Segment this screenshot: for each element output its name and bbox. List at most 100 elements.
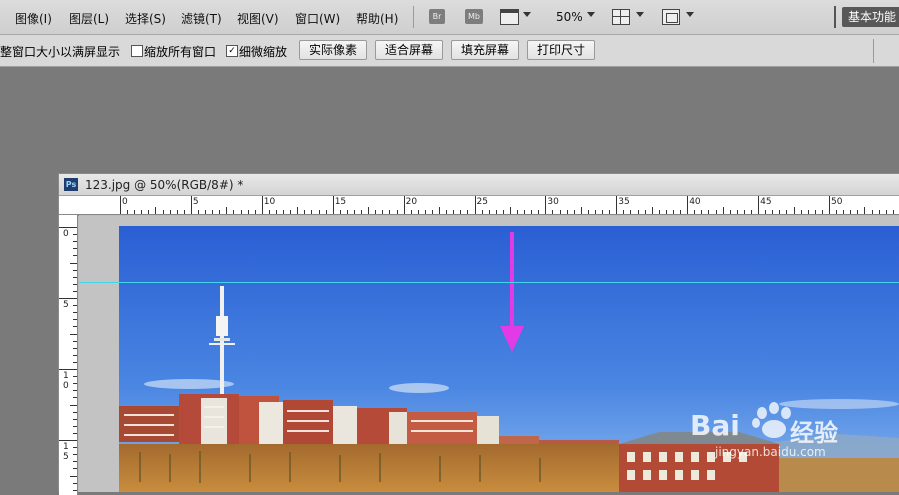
ruler-tick xyxy=(382,210,384,214)
ruler-tick xyxy=(786,210,788,214)
ruler-label: 20 xyxy=(405,197,418,207)
ruler-tick xyxy=(190,196,192,214)
chevron-down-icon[interactable] xyxy=(686,12,694,17)
ruler-tick xyxy=(73,411,77,413)
ruler-tick xyxy=(73,390,77,392)
ruler-tick xyxy=(800,210,802,214)
ruler-tick xyxy=(261,196,263,214)
menu-bar: 图像(I) 图层(L) 选择(S) 滤镜(T) 视图(V) 窗口(W) 帮助(H… xyxy=(0,0,899,35)
scrubby-zoom-checkbox[interactable]: ✓ xyxy=(226,45,238,57)
ruler-tick xyxy=(722,207,724,214)
ruler-tick xyxy=(297,207,299,214)
ruler-tick xyxy=(651,207,653,214)
ruler-tick xyxy=(644,210,646,214)
ruler-tick xyxy=(545,196,547,214)
baidu-brand-suffix: 经验 xyxy=(790,419,838,447)
ruler-tick xyxy=(311,210,313,214)
ruler-tick xyxy=(396,210,398,214)
ruler-tick xyxy=(410,210,412,214)
ruler-label: 15 xyxy=(334,197,347,207)
ruler-tick xyxy=(318,210,320,214)
ruler-tick xyxy=(212,210,214,214)
ruler-tick xyxy=(793,207,795,214)
workspace-switcher[interactable]: 基本功能 xyxy=(842,7,899,27)
ruler-tick xyxy=(439,207,441,214)
menu-select[interactable]: 选择(S) xyxy=(125,10,166,27)
menu-help[interactable]: 帮助(H) xyxy=(356,10,398,27)
menu-image[interactable]: 图像(I) xyxy=(15,10,52,27)
document-tab[interactable]: Ps 123.jpg @ 50%(RGB/8#) * xyxy=(59,174,899,196)
ruler-label: 5 xyxy=(63,300,69,310)
ruler-tick xyxy=(353,210,355,214)
zoom-level[interactable]: 50% xyxy=(556,10,583,24)
ruler-tick xyxy=(205,210,207,214)
fit-screen-button[interactable]: 适合屏幕 xyxy=(375,40,443,60)
ruler-tick xyxy=(595,210,597,214)
menu-view[interactable]: 视图(V) xyxy=(237,10,279,27)
menu-separator xyxy=(834,6,836,28)
ruler-tick xyxy=(694,210,696,214)
chevron-down-icon[interactable] xyxy=(523,12,531,17)
ruler-tick xyxy=(878,210,880,214)
ruler-label: 45 xyxy=(760,197,772,207)
ruler-tick xyxy=(446,210,448,214)
mini-bridge-icon[interactable]: Mb xyxy=(465,9,483,24)
ruler-tick xyxy=(424,210,426,214)
ruler-tick xyxy=(751,210,752,214)
zoom-all-windows-checkbox[interactable] xyxy=(131,45,143,57)
ruler-tick xyxy=(453,210,455,214)
ruler-label: 5 xyxy=(192,197,199,207)
ruler-tick xyxy=(836,210,838,214)
horizontal-guide-line[interactable] xyxy=(79,282,899,283)
ruler-tick xyxy=(73,361,77,363)
ruler-tick xyxy=(148,210,150,214)
chevron-down-icon[interactable] xyxy=(636,12,644,17)
ruler-tick xyxy=(70,333,77,335)
ruler-tick xyxy=(120,196,121,214)
arrange-documents-icon[interactable] xyxy=(612,9,630,25)
ruler-tick xyxy=(233,210,235,214)
ruler-tick xyxy=(73,447,77,449)
ruler-tick xyxy=(73,326,77,328)
photoshop-icon: Ps xyxy=(64,178,78,191)
ruler-tick xyxy=(127,210,129,214)
ruler-tick xyxy=(864,207,866,214)
ruler-tick xyxy=(73,234,77,236)
ruler-tick xyxy=(765,210,767,214)
chevron-down-icon[interactable] xyxy=(587,12,595,17)
ruler-tick xyxy=(467,210,469,214)
ruler-tick xyxy=(73,454,77,456)
ruler-tick xyxy=(658,210,660,214)
ruler-tick xyxy=(268,210,270,214)
ruler-label: 50 xyxy=(831,197,843,207)
ruler-tick xyxy=(524,210,526,214)
ruler-tick xyxy=(502,210,504,214)
actual-pixels-button[interactable]: 实际像素 xyxy=(299,40,367,60)
ruler-tick xyxy=(431,210,433,214)
ruler-tick xyxy=(389,210,391,214)
ruler-label: 40 xyxy=(689,197,701,207)
ruler-tick xyxy=(290,210,292,214)
vertical-ruler[interactable]: 0 5 1 0 1 5 xyxy=(59,215,78,495)
ruler-tick xyxy=(73,383,77,385)
ruler-tick xyxy=(332,196,334,214)
menu-filter[interactable]: 滤镜(T) xyxy=(181,10,222,27)
menu-window[interactable]: 窗口(W) xyxy=(295,10,340,27)
horizontal-ruler[interactable]: 0 5 10 15 20 25 30 35 40 45 50 xyxy=(59,196,899,215)
ruler-tick xyxy=(559,210,561,214)
ruler-tick xyxy=(481,210,483,214)
print-size-button[interactable]: 打印尺寸 xyxy=(527,40,595,60)
menu-layer[interactable]: 图层(L) xyxy=(69,10,109,27)
ruler-tick xyxy=(59,369,77,370)
ruler-tick xyxy=(871,210,873,214)
bridge-icon[interactable]: Br xyxy=(429,9,445,24)
ruler-tick xyxy=(587,210,589,214)
ruler-label: 1 0 xyxy=(63,371,69,391)
ruler-tick xyxy=(73,305,77,307)
view-extras-icon[interactable] xyxy=(500,9,519,25)
ruler-tick xyxy=(73,461,77,463)
ruler-tick xyxy=(829,196,830,214)
fill-screen-button[interactable]: 填充屏幕 xyxy=(451,40,519,60)
ruler-tick xyxy=(339,210,341,214)
screen-mode-icon[interactable] xyxy=(662,9,680,25)
